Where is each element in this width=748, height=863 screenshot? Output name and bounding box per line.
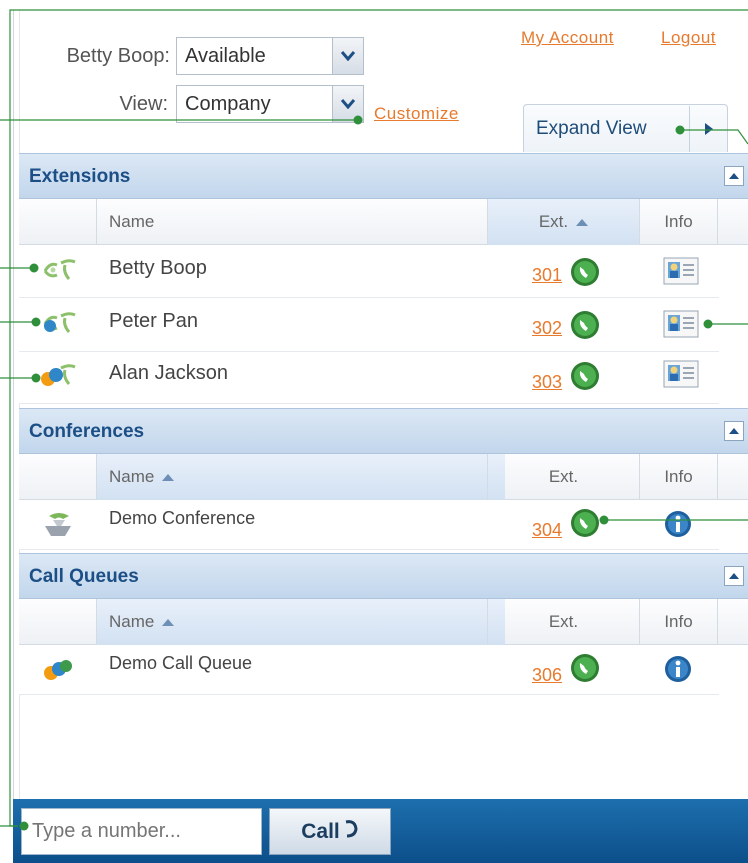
arrow-right-icon[interactable] (689, 105, 727, 152)
chevron-down-icon[interactable] (332, 86, 363, 122)
column-info-label: Info (664, 212, 693, 231)
contact-card-icon[interactable] (663, 360, 699, 393)
row-ext-link[interactable]: 306 (532, 665, 562, 686)
row-name: Demo Call Queue (109, 653, 253, 673)
sort-ascending-icon (162, 473, 175, 481)
table-row[interactable]: Alan Jackson 303 (19, 352, 719, 404)
column-ext-label: Ext. (538, 212, 569, 231)
call-queues-column-header: Name Ext. Info (19, 599, 748, 645)
collapse-icon[interactable] (724, 166, 744, 186)
column-name-label: Name (109, 467, 155, 486)
contact-card-icon[interactable] (663, 257, 699, 290)
extensions-title: Extensions (29, 166, 131, 187)
column-name-label: Name (109, 612, 155, 631)
info-icon[interactable] (664, 655, 692, 688)
column-name-sorted[interactable]: Name (96, 599, 505, 645)
view-select-value: Company (185, 92, 271, 115)
column-spacer (717, 599, 748, 645)
column-spacer (717, 454, 748, 500)
row-ext-link[interactable]: 302 (532, 318, 562, 339)
column-info[interactable]: Info (639, 599, 717, 645)
conferences-column-header: Name Ext. Info (19, 454, 748, 500)
column-ext-label: Ext. (548, 612, 579, 631)
table-row[interactable]: Demo Call Queue 306 (19, 645, 719, 695)
info-icon[interactable] (664, 510, 692, 543)
row-name: Peter Pan (109, 310, 198, 332)
status-select[interactable]: Available (176, 37, 364, 75)
my-account-link[interactable]: My Account (521, 28, 614, 48)
call-phone-icon[interactable] (570, 508, 600, 538)
extensions-section-header: Extensions (19, 153, 748, 199)
row-ext-link[interactable]: 301 (532, 265, 562, 286)
extension-available-icon (39, 257, 79, 290)
conferences-section-header: Conferences (19, 408, 748, 454)
row-name: Betty Boop (109, 257, 207, 279)
expand-view-label: Expand View (536, 117, 647, 139)
view-select[interactable]: Company (176, 85, 364, 123)
contact-card-icon[interactable] (663, 310, 699, 343)
column-ext[interactable]: Ext. (487, 599, 639, 645)
sort-ascending-icon (576, 218, 589, 226)
column-info[interactable]: Info (639, 454, 717, 500)
conference-icon (39, 510, 79, 543)
call-queues-section-header: Call Queues (19, 553, 748, 599)
column-name-label: Name (109, 212, 155, 231)
row-name: Alan Jackson (109, 362, 228, 384)
call-phone-icon[interactable] (570, 361, 600, 391)
column-ext-sorted[interactable]: Ext. (487, 199, 639, 245)
row-ext-link[interactable]: 303 (532, 372, 562, 393)
status-select-value: Available (185, 44, 266, 67)
call-queue-icon (39, 657, 79, 690)
extension-busy-icon (39, 310, 79, 343)
row-ext-link[interactable]: 304 (532, 520, 562, 541)
column-info-label: Info (664, 467, 693, 486)
user-name-label: Betty Boop: (66, 45, 170, 67)
expand-view-tab[interactable]: Expand View (523, 104, 728, 152)
call-queues-title: Call Queues (29, 566, 139, 587)
extensions-column-header: Name Ext. Info (19, 199, 748, 245)
call-phone-icon[interactable] (570, 653, 600, 683)
row-name: Demo Conference (109, 508, 256, 528)
extension-away-icon (39, 362, 79, 395)
call-button-label: Call (301, 819, 340, 843)
table-row[interactable]: Peter Pan 302 (19, 298, 719, 352)
column-name[interactable]: Name (96, 199, 505, 245)
call-phone-icon[interactable] (570, 257, 600, 287)
table-row[interactable]: Demo Conference 304 (19, 500, 719, 550)
call-phone-icon[interactable] (570, 310, 600, 340)
column-ext-label: Ext. (548, 467, 579, 486)
view-label: View: (119, 93, 168, 115)
collapse-icon[interactable] (724, 421, 744, 441)
column-name-sorted[interactable]: Name (96, 454, 505, 500)
column-spacer (717, 199, 748, 245)
chevron-down-icon[interactable] (332, 38, 363, 74)
handset-icon (343, 819, 359, 844)
call-button[interactable]: Call (269, 808, 391, 855)
logout-link[interactable]: Logout (661, 28, 716, 48)
column-info[interactable]: Info (639, 199, 717, 245)
column-info-label: Info (664, 612, 693, 631)
customize-link[interactable]: Customize (374, 104, 459, 124)
sort-ascending-icon (162, 618, 175, 626)
collapse-icon[interactable] (724, 566, 744, 586)
dial-number-input[interactable] (21, 808, 262, 855)
table-row[interactable]: Betty Boop 301 (19, 245, 719, 298)
column-ext[interactable]: Ext. (487, 454, 639, 500)
conferences-title: Conferences (29, 421, 145, 442)
